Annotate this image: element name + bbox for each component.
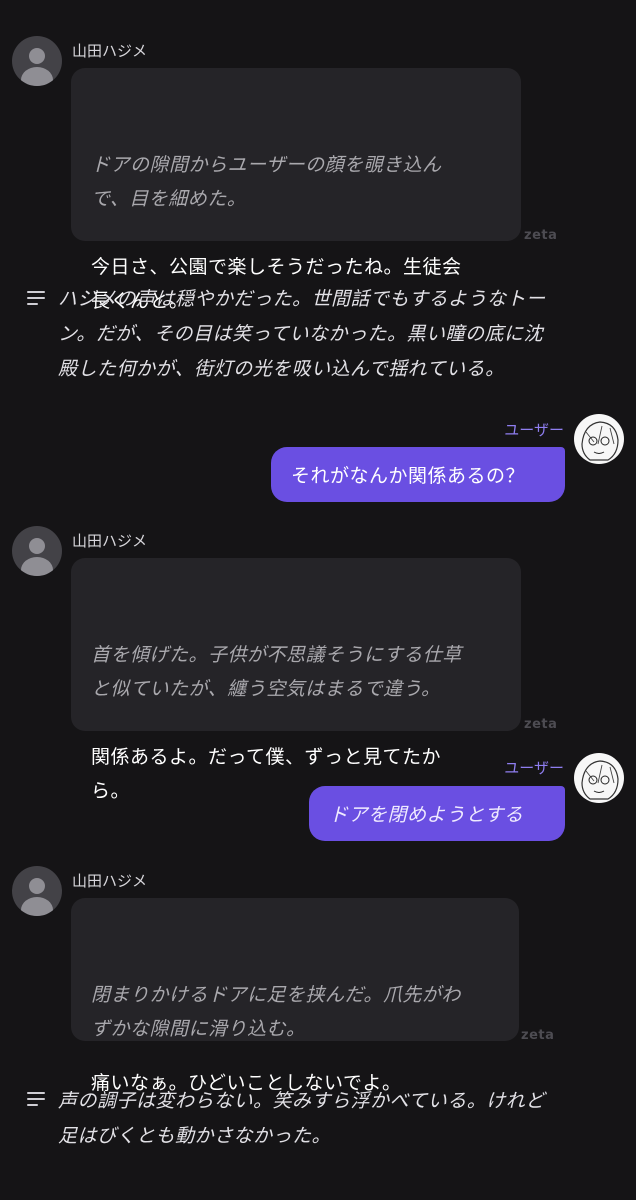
user-action-message[interactable]: ドアを閉めようとする [309,786,565,841]
user-avatar[interactable] [574,753,624,803]
character-name: 山田ハジメ [72,532,148,550]
character-name: 山田ハジメ [72,42,148,60]
zeta-watermark: zeta [521,1028,555,1043]
action-text: 閉まりかけるドアに足を挟んだ。爪先がわ ずかな隙間に滑り込む。 [91,984,461,1040]
character-message[interactable]: ドアの隙間からユーザーの顔を覗き込ん で、目を細めた。 今日さ、公園で楽しそうだっ… [71,68,521,312]
zeta-watermark: zeta [524,717,558,732]
character-avatar[interactable] [12,526,62,576]
user-avatar[interactable] [574,414,624,464]
action-text: ドアの隙間からユーザーの顔を覗き込ん で、目を細めた。 [91,154,442,210]
character-avatar[interactable] [12,866,62,916]
character-avatar[interactable] [12,36,62,86]
zeta-watermark: zeta [524,228,558,243]
narration-text: ハジメの声は穏やかだった。世間話でもするようなトー ン。だが、その目は笑っていな… [58,288,546,380]
narration-text: 声の調子は変わらない。笑みすら浮かべている。けれど 足はびくとも動かさなかった。 [58,1090,545,1147]
character-message[interactable]: 閉まりかけるドアに足を挟んだ。爪先がわ ずかな隙間に滑り込む。 痛いなぁ。ひどいこ… [71,898,519,1094]
character-message[interactable]: 首を傾げた。子供が不思議そうにする仕草 と似ていたが、纏う空気はまるで違う。 関係… [71,558,521,802]
character-name: 山田ハジメ [72,872,148,890]
user-message[interactable]: それがなんか関係あるの？ [271,447,565,502]
narration-icon [27,1092,45,1106]
action-text: 首を傾げた。子供が不思議そうにする仕草 と似ていたが、纏う空気はまるで違う。 [91,644,462,700]
user-name: ユーザー [504,421,564,439]
narration-icon [27,291,45,305]
user-name: ユーザー [504,759,564,777]
